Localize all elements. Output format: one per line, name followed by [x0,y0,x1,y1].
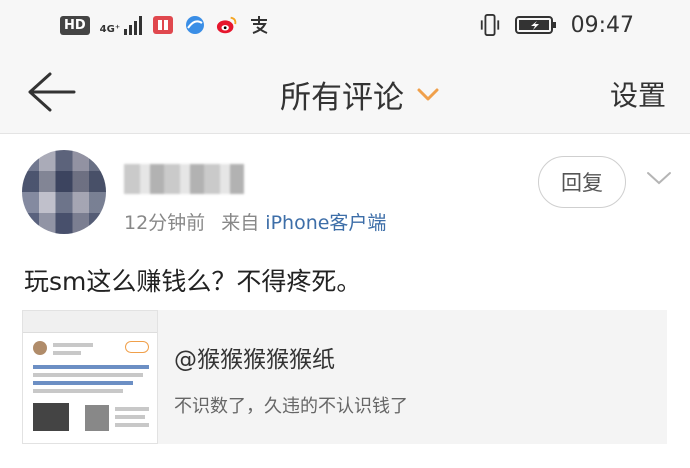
book-app-icon [152,14,174,36]
signal-icon: 4G⁺ [99,15,143,35]
quoted-post-thumbnail [22,310,158,444]
comment-text: 玩sm这么赚钱么？不得疼死。 [24,267,362,296]
status-right: 09:47 [479,10,634,40]
username-blurred[interactable] [124,164,244,194]
clock: 09:47 [570,12,634,38]
battery-icon [514,14,557,36]
status-left: HD 4G⁺ [60,12,270,38]
alipay-app-icon [248,14,270,36]
chevron-down-icon [417,88,439,100]
vibrate-icon [479,14,501,36]
back-arrow-icon[interactable] [26,70,78,114]
timestamp: 12分钟前 [124,212,206,234]
settings-button[interactable]: 设置 [610,74,666,114]
status-bar: HD 4G⁺ 09:47 [0,0,690,52]
comment-meta: 12分钟前 来自 iPhone客户端 [124,208,386,235]
reply-button[interactable]: 回复 [538,156,626,208]
source-prefix: 来自 [221,212,260,234]
weibo-app-icon [216,14,238,36]
more-options-chevron-icon[interactable] [646,170,672,186]
avatar[interactable] [22,150,106,234]
source-link[interactable]: iPhone客户端 [265,212,386,234]
comment-filter-dropdown[interactable]: 所有评论 [280,72,440,117]
quoted-post-author: @猴猴猴猴猴纸 [174,347,335,373]
network-type: 4G⁺ [99,24,121,35]
hd-icon: HD [60,15,90,35]
title-bar: 所有评论 设置 [0,52,690,134]
quoted-post-card[interactable]: @猴猴猴猴猴纸 不识数了，久违的不认识钱了 [22,310,667,444]
browser-app-icon [184,14,206,36]
page-title: 所有评论 [280,80,404,116]
quoted-post-text: 不识数了，久违的不认识钱了 [174,396,408,417]
